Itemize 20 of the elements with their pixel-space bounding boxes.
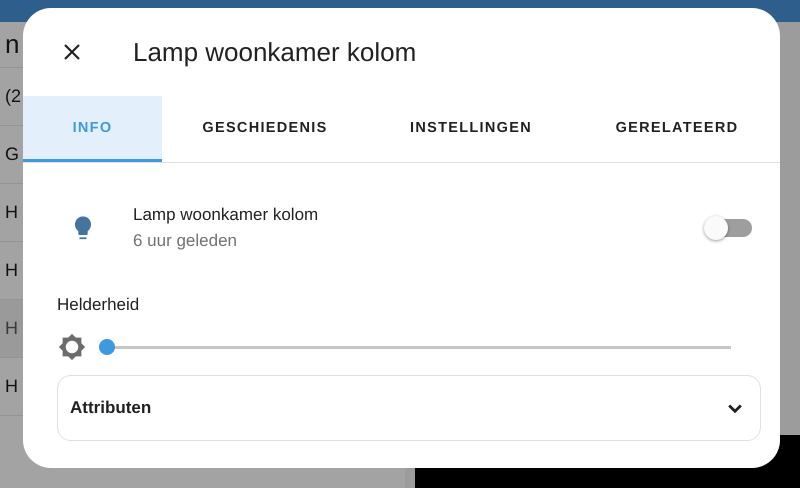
list-item-text: H	[5, 202, 18, 223]
list-item-text: H	[5, 376, 18, 397]
list-item-text: H	[5, 260, 18, 281]
list-item-text: n	[5, 29, 20, 60]
brightness-icon	[57, 332, 87, 362]
tab[interactable]: INSTELLINGEN	[368, 96, 574, 162]
list-item-text: G	[5, 144, 20, 165]
attributes-expander[interactable]: Attributen	[57, 375, 761, 441]
tab[interactable]: GERELATEERD	[574, 96, 780, 162]
slider-thumb[interactable]	[99, 339, 115, 355]
list-item-text: H	[5, 318, 18, 339]
list-item-text: (2	[5, 86, 22, 107]
tab[interactable]: GESCHIEDENIS	[162, 96, 368, 162]
chevron-icon	[728, 404, 742, 412]
entity-name: Lamp woonkamer kolom	[133, 205, 320, 225]
brightness-label: Helderheid	[57, 295, 140, 314]
last-changed-text: 6 uur geleden	[133, 231, 238, 251]
dialog-title: Lamp woonkamer kolom	[133, 36, 416, 68]
brightness-slider[interactable]	[99, 337, 731, 357]
attributes-label: Attributen	[70, 398, 152, 418]
